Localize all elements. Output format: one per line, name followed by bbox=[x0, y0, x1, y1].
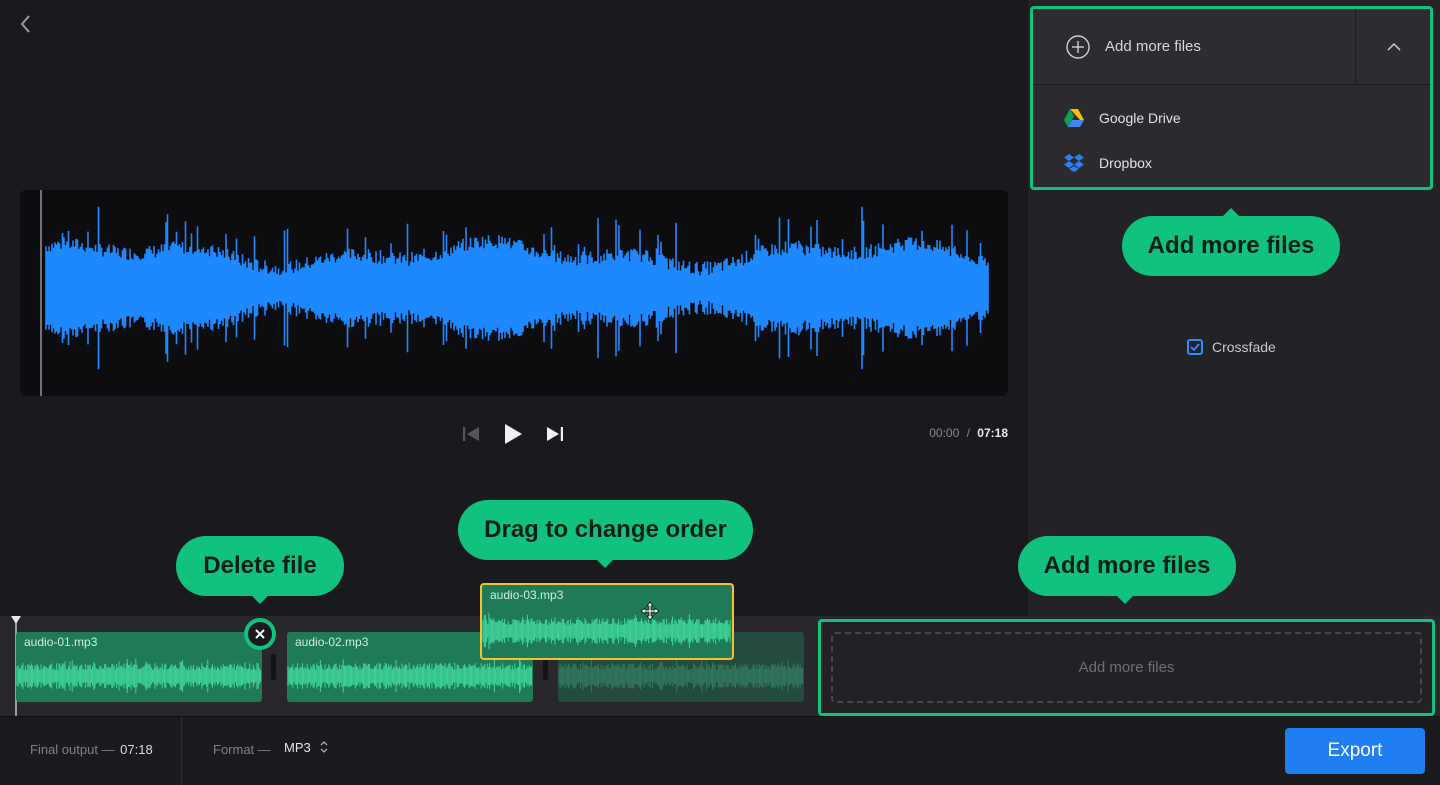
final-output-label: Final output — bbox=[30, 742, 115, 757]
format-select[interactable]: MP3 bbox=[284, 739, 329, 755]
dragged-clip-audio-03[interactable]: audio-03.mp3 bbox=[480, 583, 734, 660]
clip-name: audio-02.mp3 bbox=[295, 635, 369, 649]
dropbox-label: Dropbox bbox=[1099, 155, 1152, 171]
time-separator: / bbox=[966, 426, 970, 440]
callout-text: Add more files bbox=[1043, 552, 1211, 579]
play-icon[interactable] bbox=[502, 422, 524, 446]
add-more-files-label: Add more files bbox=[1105, 38, 1201, 55]
callout-text: Add more files bbox=[1147, 232, 1315, 259]
clip-waveform bbox=[16, 658, 262, 694]
checkbox-checked-icon bbox=[1187, 339, 1203, 355]
total-time: 07:18 bbox=[977, 426, 1008, 440]
clip-separator bbox=[271, 654, 276, 680]
waveform-display[interactable] bbox=[20, 190, 1008, 396]
clip-name: audio-03.mp3 bbox=[490, 588, 564, 602]
chevron-up-icon bbox=[1386, 42, 1401, 51]
back-button[interactable] bbox=[14, 12, 36, 36]
add-files-dropzone: Add more files bbox=[818, 619, 1435, 716]
export-button[interactable]: Export bbox=[1285, 728, 1425, 774]
callout-text: Drag to change order bbox=[484, 516, 727, 543]
google-drive-icon bbox=[1064, 109, 1084, 127]
callout-pointer bbox=[1223, 208, 1239, 216]
collapse-dropdown-button[interactable] bbox=[1355, 9, 1431, 84]
add-files-dropdown: Add more files Google Drive Dropbox bbox=[1030, 6, 1433, 190]
skip-back-icon[interactable] bbox=[460, 424, 482, 444]
move-cursor-icon bbox=[640, 601, 660, 621]
clip-waveform bbox=[558, 658, 804, 694]
add-more-files-dropzone[interactable]: Add more files bbox=[831, 632, 1422, 703]
dropdown-header: Add more files bbox=[1033, 9, 1430, 85]
add-more-files-button[interactable]: Add more files bbox=[1033, 9, 1355, 84]
current-time: 00:00 bbox=[929, 426, 960, 440]
format-label: Format — bbox=[213, 742, 271, 757]
crossfade-checkbox[interactable]: Crossfade bbox=[1187, 339, 1276, 355]
delete-file-callout: Delete file bbox=[176, 536, 344, 604]
clip-name: audio-01.mp3 bbox=[24, 635, 98, 649]
callout-pointer bbox=[597, 560, 613, 568]
dropbox-icon bbox=[1064, 154, 1084, 172]
chevron-left-icon bbox=[20, 15, 30, 33]
divider bbox=[181, 717, 182, 785]
bottom-bar: Final output — 07:18 Format — MP3 bbox=[0, 716, 1440, 785]
google-drive-label: Google Drive bbox=[1099, 110, 1181, 126]
clip-waveform bbox=[482, 612, 731, 650]
delete-clip-button[interactable] bbox=[244, 618, 276, 650]
dropbox-option[interactable]: Dropbox bbox=[1063, 148, 1152, 178]
callout-pointer bbox=[252, 596, 268, 604]
final-output: Final output — 07:18 bbox=[30, 742, 153, 757]
drag-to-reorder-callout: Drag to change order bbox=[458, 500, 753, 568]
clip-waveform bbox=[287, 658, 533, 694]
plus-circle-icon bbox=[1066, 34, 1090, 59]
add-more-files-callout-bottom: Add more files bbox=[1018, 536, 1236, 604]
final-output-value: 07:18 bbox=[120, 742, 153, 757]
callout-text: Delete file bbox=[203, 552, 317, 579]
waveform-graphic bbox=[40, 190, 989, 396]
skip-forward-icon[interactable] bbox=[544, 424, 566, 444]
callout-pointer bbox=[1117, 596, 1133, 604]
close-icon bbox=[248, 622, 272, 646]
format-value: MP3 bbox=[284, 739, 311, 755]
player-controls bbox=[460, 422, 570, 446]
timeline-clip-1[interactable]: audio-01.mp3 bbox=[16, 632, 262, 702]
time-display: 00:00 / 07:18 bbox=[929, 426, 1008, 440]
add-more-files-callout-top: Add more files bbox=[1122, 208, 1340, 276]
select-arrows-icon bbox=[320, 741, 328, 753]
crossfade-label: Crossfade bbox=[1212, 339, 1276, 355]
google-drive-option[interactable]: Google Drive bbox=[1063, 103, 1181, 133]
